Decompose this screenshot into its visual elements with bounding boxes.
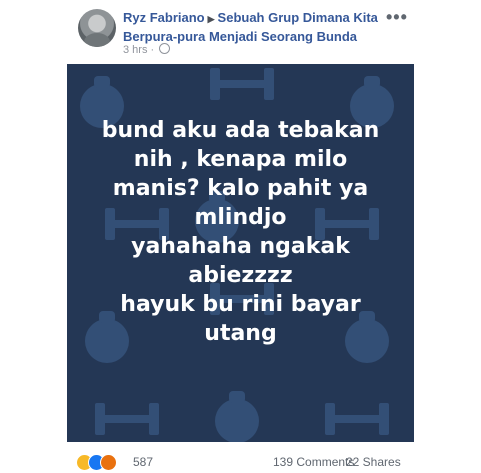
post-image: bund aku ada tebakan nih , kenapa milo m… <box>67 64 414 442</box>
post-text-line: bund aku ada tebakan <box>101 118 380 143</box>
author-name[interactable]: Ryz Fabriano <box>123 10 205 25</box>
post-text-line: hayuk bu rini bayar <box>120 292 361 317</box>
reaction-count[interactable]: 587 <box>133 455 153 469</box>
post-text-line: nih , kenapa milo <box>133 147 348 172</box>
shares-link[interactable]: 22 Shares <box>346 455 401 469</box>
more-options-icon[interactable]: ••• <box>386 8 408 26</box>
post-text-line: yahahaha ngakak <box>131 234 350 259</box>
post-text: bund aku ada tebakan nih , kenapa milo m… <box>67 116 414 348</box>
comments-link[interactable]: 139 Comments <box>273 455 354 469</box>
post-meta: 3 hrs · <box>123 43 171 56</box>
post-text-line: abiezzzz <box>188 263 293 288</box>
author-avatar[interactable] <box>78 9 116 47</box>
post-footer: 587 139 Comments 22 Shares <box>0 448 481 473</box>
post-text-line: mlindjo <box>194 205 287 230</box>
post-time[interactable]: 3 hrs <box>123 44 147 56</box>
globe-icon <box>159 43 171 54</box>
angry-icon <box>100 454 117 471</box>
post-title: Ryz Fabriano ▶ Sebuah Grup Dimana Kita Ber… <box>123 9 393 45</box>
post-header: Ryz Fabriano ▶ Sebuah Grup Dimana Kita Ber… <box>0 0 481 62</box>
post-text-line: manis? kalo pahit ya <box>112 176 369 201</box>
post-text-line: utang <box>204 321 277 346</box>
arrow-right-icon: ▶ <box>207 14 215 24</box>
